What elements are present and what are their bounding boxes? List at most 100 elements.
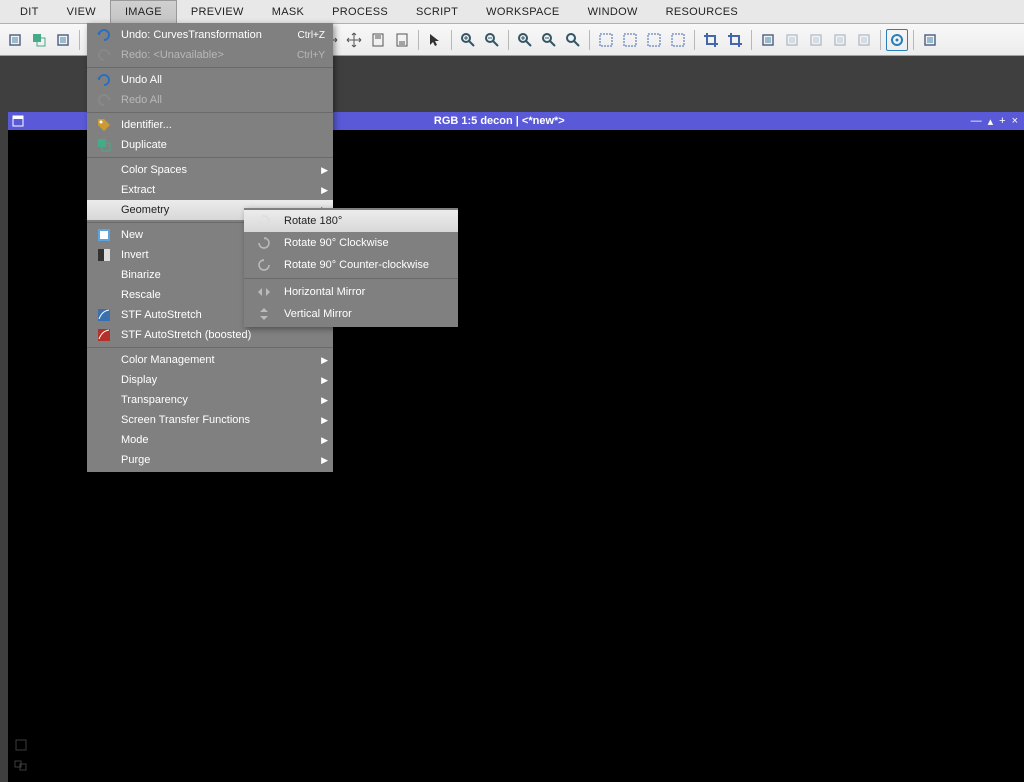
submenu-arrow-icon: ▶ <box>321 395 328 406</box>
rotate-cw-icon <box>244 234 284 252</box>
submenu-arrow-icon: ▶ <box>321 435 328 446</box>
submenu-arrow-icon: ▶ <box>321 455 328 466</box>
submenu-item-rotate-90-counter-clockwise[interactable]: Rotate 90° Counter-clockwise <box>244 254 458 276</box>
crop-apply-icon[interactable] <box>724 29 746 51</box>
marquee-all-icon[interactable] <box>667 29 689 51</box>
window-icon <box>8 115 28 127</box>
toolbar-separator <box>751 30 752 50</box>
submenu-item-rotate-90-clockwise[interactable]: Rotate 90° Clockwise <box>244 232 458 254</box>
minimize-button[interactable]: — <box>971 115 982 128</box>
menu-bar: DITVIEWIMAGEPREVIEWMASKPROCESSSCRIPTWORK… <box>0 0 1024 24</box>
submenu-item-label: Rotate 90° Clockwise <box>284 237 458 249</box>
blank <box>87 201 121 219</box>
stf-boost-icon <box>87 326 121 344</box>
magnify-in-icon[interactable] <box>514 29 536 51</box>
menu-item-shortcut: Ctrl+Z <box>298 30 326 41</box>
menu-preview[interactable]: PREVIEW <box>177 0 258 23</box>
new-image-icon <box>87 226 121 244</box>
mirror-h-icon <box>244 283 284 301</box>
submenu-arrow-icon: ▶ <box>321 355 328 366</box>
menu-process[interactable]: PROCESS <box>318 0 402 23</box>
rotate-ccw-icon <box>244 256 284 274</box>
menu-mask[interactable]: MASK <box>258 0 318 23</box>
menu-item-color-spaces[interactable]: Color Spaces▶ <box>87 160 333 180</box>
menu-item-label: Undo All <box>121 74 325 86</box>
zoom-out-icon[interactable] <box>481 29 503 51</box>
menu-item-screen-transfer-functions[interactable]: Screen Transfer Functions▶ <box>87 410 333 430</box>
menu-item-undo-curvestransformation[interactable]: Undo: CurvesTransformationCtrl+Z <box>87 25 333 45</box>
menu-item-stf-autostretch-boosted[interactable]: STF AutoStretch (boosted) <box>87 325 333 345</box>
submenu-item-horizontal-mirror[interactable]: Horizontal Mirror <box>244 281 458 303</box>
bl-icon-1[interactable] <box>14 738 28 752</box>
menu-dit[interactable]: DIT <box>6 0 53 23</box>
menu-view[interactable]: VIEW <box>53 0 110 23</box>
toolbar-separator <box>589 30 590 50</box>
menu-item-identifier[interactable]: Identifier... <box>87 115 333 135</box>
blank <box>87 431 121 449</box>
tag-icon <box>87 116 121 134</box>
process-c-icon[interactable] <box>805 29 827 51</box>
identity-icon[interactable] <box>886 29 908 51</box>
process-b-icon[interactable] <box>781 29 803 51</box>
maximize-button[interactable]: + <box>999 115 1005 128</box>
menu-item-mode[interactable]: Mode▶ <box>87 430 333 450</box>
bl-icon-2[interactable] <box>14 758 28 772</box>
submenu-arrow-icon: ▶ <box>321 165 328 176</box>
marquee-add-icon[interactable] <box>619 29 641 51</box>
menu-item-purge[interactable]: Purge▶ <box>87 450 333 470</box>
submenu-item-label: Rotate 90° Counter-clockwise <box>284 259 458 271</box>
menu-resources[interactable]: RESOURCES <box>652 0 752 23</box>
menu-item-label: Mode <box>121 434 325 446</box>
blank <box>87 451 121 469</box>
undo-arrow-icon <box>87 26 121 44</box>
menu-item-display[interactable]: Display▶ <box>87 370 333 390</box>
magnify-fit-icon[interactable] <box>562 29 584 51</box>
menu-item-undo-all[interactable]: Undo All <box>87 70 333 90</box>
menu-image[interactable]: IMAGE <box>110 0 177 23</box>
process-a-icon[interactable] <box>757 29 779 51</box>
invert-icon <box>87 246 121 264</box>
close-button[interactable]: × <box>1012 115 1018 128</box>
page-right-icon[interactable] <box>391 29 413 51</box>
duplicate-icon <box>87 136 121 154</box>
more-icon[interactable] <box>919 29 941 51</box>
submenu-item-rotate-180[interactable]: Rotate 180° <box>244 210 458 232</box>
menu-item-transparency[interactable]: Transparency▶ <box>87 390 333 410</box>
menu-window[interactable]: WINDOW <box>574 0 652 23</box>
submenu-item-label: Vertical Mirror <box>284 308 458 320</box>
marquee-sub-icon[interactable] <box>643 29 665 51</box>
window-buttons: — ▴ + × <box>971 115 1024 128</box>
magnify-out-icon[interactable] <box>538 29 560 51</box>
menu-item-extract[interactable]: Extract▶ <box>87 180 333 200</box>
menu-script[interactable]: SCRIPT <box>402 0 472 23</box>
process-d-icon[interactable] <box>829 29 851 51</box>
new-window-icon[interactable] <box>4 29 26 51</box>
redo-arrow-icon <box>87 46 121 64</box>
menu-separator <box>87 112 333 113</box>
save-icon[interactable] <box>52 29 74 51</box>
blank <box>87 411 121 429</box>
marquee-icon[interactable] <box>595 29 617 51</box>
shade-button[interactable]: ▴ <box>988 115 994 128</box>
pointer-icon[interactable] <box>424 29 446 51</box>
page-left-icon[interactable] <box>367 29 389 51</box>
menu-item-color-management[interactable]: Color Management▶ <box>87 350 333 370</box>
move-icon[interactable] <box>343 29 365 51</box>
toolbar-separator <box>418 30 419 50</box>
submenu-item-vertical-mirror[interactable]: Vertical Mirror <box>244 303 458 325</box>
menu-item-redo-unavailable: Redo: <Unavailable>Ctrl+Y <box>87 45 333 65</box>
menu-item-label: Duplicate <box>121 139 325 151</box>
zoom-in-icon[interactable] <box>457 29 479 51</box>
menu-item-label: Color Management <box>121 354 325 366</box>
menu-item-label: Redo All <box>121 94 325 106</box>
rotate-180-icon <box>244 212 284 230</box>
blank <box>87 266 121 284</box>
menu-item-duplicate[interactable]: Duplicate <box>87 135 333 155</box>
submenu-item-label: Horizontal Mirror <box>284 286 458 298</box>
duplicate-window-icon[interactable] <box>28 29 50 51</box>
submenu-arrow-icon: ▶ <box>321 375 328 386</box>
bottom-left-icons <box>14 738 28 772</box>
menu-workspace[interactable]: WORKSPACE <box>472 0 573 23</box>
process-e-icon[interactable] <box>853 29 875 51</box>
crop-icon[interactable] <box>700 29 722 51</box>
